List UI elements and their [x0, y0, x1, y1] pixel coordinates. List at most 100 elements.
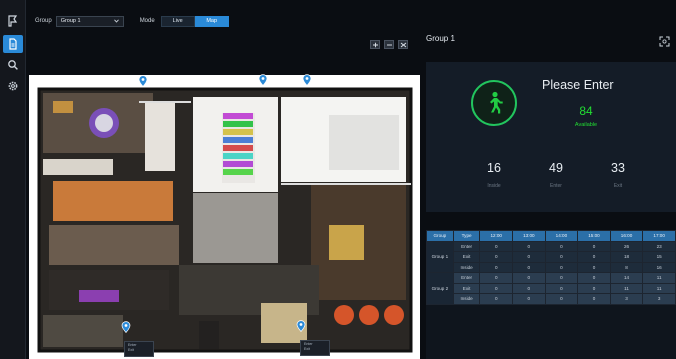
table-cell: 0	[479, 261, 514, 273]
table-cell: 11	[642, 272, 676, 284]
camera-pin[interactable]	[121, 320, 131, 334]
counts-table-grid: Group Type 12:00 13:00 14:00 15:00 16:00 17:00 …	[426, 230, 676, 305]
table-cell: 11	[609, 282, 644, 294]
table-row: Inside 0 0 0 0 8 16	[427, 261, 676, 273]
camera-pin-icon	[138, 75, 148, 88]
table-header-cell: 13:00	[512, 230, 546, 242]
table-cell: 0	[577, 293, 611, 305]
table-cell: 11	[642, 282, 676, 294]
chevron-down-icon	[113, 19, 119, 23]
table-cell: 0	[577, 261, 611, 273]
camera-pin-icon	[302, 74, 312, 87]
stat-label: Exit	[613, 183, 623, 189]
table-row: Exit 0 0 0 0 11 11	[427, 282, 676, 294]
search-icon	[8, 60, 18, 70]
table-cell: 0	[544, 293, 579, 305]
table-group-cell: Group 1	[426, 240, 454, 273]
sidebar-item-document[interactable]	[3, 35, 23, 53]
camera-pin-icon	[296, 320, 306, 333]
table-cell: 3	[609, 293, 644, 305]
stat-value: 49	[549, 161, 563, 175]
fit-screen-icon[interactable]	[398, 40, 408, 49]
table-cell: 0	[577, 272, 611, 284]
table-cell: 18	[609, 251, 644, 263]
table-cell: 0	[577, 251, 611, 263]
table-type-cell: Enter	[452, 240, 481, 252]
live-mode-button[interactable]: Live	[160, 15, 195, 27]
group-select[interactable]: Group 1	[55, 15, 124, 27]
gear-icon	[8, 81, 18, 91]
table-cell: 23	[642, 240, 676, 252]
table-cell: 0	[479, 251, 514, 263]
stat-inside: 16 Inside	[474, 161, 514, 189]
table-header-cell: 14:00	[544, 230, 579, 242]
logo-icon	[8, 15, 18, 27]
stat-exit: 33 Exit	[598, 161, 638, 189]
group-select-value: Group 1	[60, 18, 81, 24]
enter-status-circle	[471, 80, 517, 126]
group-panel: Group 1 Please Enter 84 Available 16 Ins…	[420, 22, 676, 359]
table-cell: 15	[642, 251, 676, 263]
table-cell: 0	[544, 272, 579, 284]
sidebar-item-logo[interactable]	[3, 12, 23, 30]
camera-pin[interactable]	[296, 319, 306, 333]
camera-pin-icon	[258, 74, 268, 87]
mode-label: Mode	[139, 18, 155, 24]
table-row: Inside 0 0 0 0 3 3	[427, 293, 676, 305]
table-cell: 8	[609, 261, 644, 273]
document-icon	[9, 38, 17, 50]
table-cell: 0	[544, 240, 579, 252]
table-cell: 0	[479, 240, 514, 252]
table-header-cell: Type	[452, 230, 481, 242]
camera-pin[interactable]	[138, 74, 148, 88]
table-cell: 0	[512, 282, 546, 294]
stat-value: 33	[611, 161, 625, 175]
table-cell: 14	[609, 272, 644, 284]
table-type-cell: Enter	[452, 272, 481, 284]
stat-label: Enter	[550, 183, 562, 189]
zoom-in-icon[interactable]	[370, 40, 380, 49]
camera-popup-line: Exit	[128, 348, 134, 352]
table-cell: 0	[512, 261, 546, 273]
sidebar-item-settings[interactable]	[3, 77, 23, 95]
table-cell: 0	[577, 282, 611, 294]
table-cell: 0	[544, 261, 579, 273]
table-cell: 0	[577, 240, 611, 252]
group-title: Group 1	[426, 34, 455, 43]
table-header-cell: 12:00	[479, 230, 514, 242]
available-count: 84	[579, 104, 593, 118]
table-header-cell: 16:00	[609, 230, 644, 242]
camera-pin-icon	[121, 321, 131, 334]
table-cell: 0	[512, 251, 546, 263]
table-type-cell: Exit	[452, 251, 481, 263]
table-cell: 0	[479, 272, 514, 284]
stat-enter: 49 Enter	[536, 161, 576, 189]
sidebar-item-search[interactable]	[3, 56, 23, 74]
table-cell: 0	[544, 282, 579, 294]
table-cell: 0	[479, 282, 514, 294]
table-cell: 16	[642, 261, 676, 273]
table-cell: 3	[642, 293, 676, 305]
camera-pin[interactable]	[258, 73, 268, 87]
fullscreen-icon[interactable]	[659, 36, 670, 47]
table-type-cell: Inside	[452, 261, 481, 273]
table-type-cell: Inside	[452, 293, 481, 305]
table-row: Group 2 Enter 0 0 0 0 14 11	[426, 272, 676, 305]
zoom-out-icon[interactable]	[384, 40, 394, 49]
camera-pin[interactable]	[302, 73, 312, 87]
map-area: Enter Exit Enter Exit	[26, 60, 420, 359]
app-window: Group Group 1 Mode Live Map Enter Exit E…	[0, 0, 676, 359]
table-type-cell: Exit	[452, 282, 481, 294]
camera-popup: Enter Exit	[300, 340, 330, 356]
floor-plan-image[interactable]	[29, 75, 420, 359]
camera-popup: Enter Exit	[124, 341, 154, 357]
table-row: Group 1 Enter 0 0 0 0 26 23	[426, 240, 676, 273]
table-row: Exit 0 0 0 0 18 15	[427, 251, 676, 263]
table-cell: 0	[512, 293, 546, 305]
table-header-cell: 15:00	[577, 230, 611, 242]
sidebar	[0, 0, 26, 359]
walking-person-icon	[490, 91, 503, 114]
table-cell: 0	[512, 272, 546, 284]
status-text: Please Enter	[542, 78, 614, 92]
map-mode-button[interactable]: Map	[194, 15, 229, 27]
